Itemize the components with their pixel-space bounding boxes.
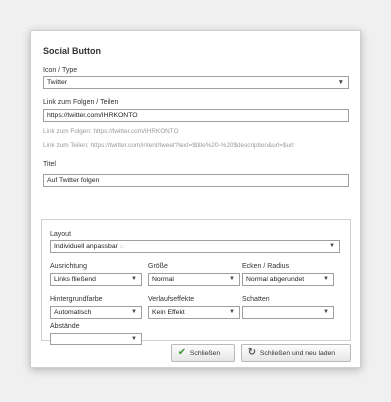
- layout-panel: Layout Individuell anpassbar ⌂ ▼ Ausrich…: [41, 219, 351, 345]
- hintergrund-label: Hintergrundfarbe: [50, 296, 103, 303]
- link-hint-follow: Link zum Folgen: https://twitter.com/IHR…: [43, 128, 179, 135]
- ecken-label: Ecken / Radius: [242, 263, 290, 270]
- close-button-label: Schließen: [189, 350, 221, 357]
- schatten-select[interactable]: ▼: [242, 306, 334, 319]
- abstaende-select[interactable]: ▼: [50, 333, 142, 345]
- icon-type-select[interactable]: Twitter ▼: [43, 76, 349, 89]
- verlauf-select[interactable]: Kein Effekt ▼: [148, 306, 240, 319]
- link-input[interactable]: https://twitter.com/IHRKONTO: [43, 109, 349, 122]
- chevron-down-icon: ▼: [323, 276, 329, 282]
- link-label: Link zum Folgen / Teilen: [43, 99, 119, 106]
- ausrichtung-label: Ausrichtung: [50, 263, 87, 270]
- chevron-down-icon: ▼: [323, 309, 329, 315]
- schatten-label: Schatten: [242, 296, 270, 303]
- groesse-value: Normal: [152, 276, 174, 283]
- groesse-select[interactable]: Normal ▼: [148, 273, 240, 286]
- check-icon: ✔: [177, 347, 187, 358]
- refresh-icon: ↻: [247, 347, 257, 358]
- chevron-down-icon: ▼: [131, 336, 137, 342]
- hintergrund-value: Automatisch: [54, 309, 92, 316]
- lock-icon: ⌂: [119, 243, 124, 250]
- groesse-label: Größe: [148, 263, 168, 270]
- close-reload-button-label: Schließen und neu laden: [259, 350, 336, 357]
- link-hint-share: Link zum Teilen: https://twitter.com/int…: [43, 142, 294, 149]
- dialog-title: Social Button: [43, 46, 101, 56]
- layout-value: Individuell anpassbar: [54, 243, 118, 250]
- hintergrund-select[interactable]: Automatisch ▼: [50, 306, 142, 319]
- ausrichtung-select[interactable]: Links fließend ▼: [50, 273, 142, 286]
- icon-type-value: Twitter: [47, 79, 68, 86]
- close-button[interactable]: ✔ Schließen: [171, 344, 235, 362]
- close-reload-button[interactable]: ↻ Schließen und neu laden: [241, 344, 351, 362]
- chevron-down-icon: ▼: [131, 276, 137, 282]
- title-input[interactable]: Auf Twitter folgen: [43, 174, 349, 187]
- layout-select[interactable]: Individuell anpassbar ⌂ ▼: [50, 240, 340, 253]
- verlauf-value: Kein Effekt: [152, 309, 185, 316]
- chevron-down-icon: ▼: [329, 243, 335, 249]
- chevron-down-icon: ▼: [229, 276, 235, 282]
- chevron-down-icon: ▼: [337, 79, 344, 86]
- chevron-down-icon: ▼: [229, 309, 235, 315]
- ecken-value: Normal abgerundet: [246, 276, 305, 283]
- chevron-down-icon: ▼: [131, 309, 137, 315]
- icon-type-label: Icon / Type: [43, 67, 78, 74]
- abstaende-label: Abstände: [50, 323, 80, 330]
- title-label: Titel: [43, 161, 56, 168]
- layout-label: Layout: [50, 231, 72, 238]
- social-button-dialog: Social Button Icon / Type Twitter ▼ Link…: [30, 30, 361, 368]
- ecken-select[interactable]: Normal abgerundet ▼: [242, 273, 334, 286]
- ausrichtung-value: Links fließend: [54, 276, 96, 283]
- verlauf-label: Verlaufseffekte: [148, 296, 195, 303]
